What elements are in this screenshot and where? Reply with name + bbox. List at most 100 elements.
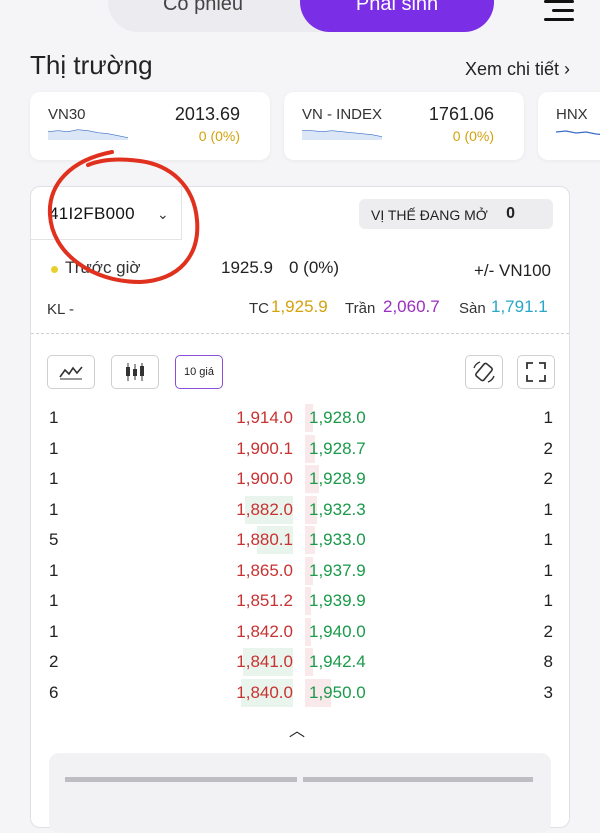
bid-volume: 1: [49, 469, 59, 488]
ceiling-label: Trần: [345, 300, 376, 317]
index-card-vnindex[interactable]: VN - INDEX 1761.06 0 (0%): [284, 92, 524, 160]
bid-price: 1,900.1: [236, 438, 293, 458]
line-chart-button[interactable]: [47, 355, 95, 389]
index-card-hnx[interactable]: HNX: [538, 92, 600, 160]
ask-price: 1,928.7: [309, 438, 366, 458]
volume-label: KL: [47, 301, 65, 318]
bid-volume: 6: [49, 682, 59, 702]
bid-price: 1,914.0: [236, 408, 293, 427]
last-price: 1925.9: [221, 258, 273, 277]
index-value: 2013.69: [174, 104, 240, 124]
bid-volume: 1: [49, 591, 59, 610]
ask-volume: 1: [543, 530, 553, 549]
price-change: 0 (0%): [289, 258, 340, 277]
segment-control: Cổ phiếu Phái sinh: [108, 0, 494, 32]
ask-price: 1,928.9: [309, 469, 366, 488]
ask-volume: 1: [543, 560, 553, 580]
volume-value: -: [68, 301, 74, 318]
order-book-row[interactable]: 5 1,880.1 1,933.0 1: [31, 525, 569, 555]
section-title: Thị trường: [30, 50, 153, 80]
ask-price: 1,928.0: [309, 408, 366, 427]
hamburger-menu-icon[interactable]: [544, 0, 574, 22]
basis-label: +/- VN100: [473, 261, 551, 280]
fullscreen-icon: [526, 362, 546, 382]
bid-price: 1,851.2: [236, 591, 293, 610]
tab-derivatives[interactable]: Phái sinh: [300, 0, 494, 32]
candlestick-chart-button[interactable]: [111, 355, 159, 389]
depth-10-button[interactable]: 10 giá: [175, 355, 223, 389]
bid-volume: 5: [49, 530, 59, 549]
ask-price: 1,950.0: [309, 682, 366, 702]
divider: [31, 333, 569, 334]
index-value: 1761.06: [428, 104, 494, 124]
bottom-bar: [303, 777, 533, 782]
derivative-panel: 41I2FB000 ⌄ VỊ THẾ ĐANG MỞ 0 Trước giờ 1…: [30, 186, 570, 833]
chevron-up-icon[interactable]: ︿: [289, 717, 305, 741]
index-name: VN30: [48, 106, 86, 123]
rotate-icon: [473, 361, 495, 383]
rotate-screen-button[interactable]: [465, 355, 503, 389]
bid-volume: 1: [49, 560, 59, 580]
order-book-row[interactable]: 6 1,840.0 1,950.0 3: [31, 678, 569, 708]
bid-price: 1,841.0: [236, 652, 293, 671]
bid-price: 1,865.0: [236, 560, 293, 580]
open-position-badge: VỊ THẾ ĐANG MỞ 0: [359, 199, 553, 229]
floor-value: 1,791.1: [491, 297, 548, 316]
ask-volume: 1: [543, 499, 553, 519]
ask-price: 1,939.9: [309, 591, 366, 610]
reference-label: TC: [249, 300, 269, 317]
index-change: 0 (0%): [452, 128, 494, 144]
symbol-dropdown[interactable]: 41I2FB000 ⌄: [31, 187, 182, 240]
line-chart-icon: [59, 366, 83, 380]
index-change: 0 (0%): [198, 128, 240, 144]
session-status: Trước giờ: [65, 258, 141, 277]
ask-price: 1,932.3: [309, 499, 366, 519]
order-book-row[interactable]: 1 1,914.0 1,928.0 1: [31, 403, 569, 433]
ask-price: 1,942.4: [309, 652, 366, 671]
bid-price: 1,882.0: [236, 499, 293, 519]
tab-stocks[interactable]: Cổ phiếu: [108, 0, 298, 32]
index-name: VN - INDEX: [302, 106, 383, 123]
bottom-bar: [65, 777, 297, 782]
order-book-row[interactable]: 1 1,842.0 1,940.0 2: [31, 617, 569, 647]
tab-stocks-label: Cổ phiếu: [162, 0, 244, 15]
see-more-link[interactable]: Xem chi tiết ›: [465, 59, 570, 80]
depth-10-label: 10 giá: [184, 366, 214, 378]
bid-volume: 2: [49, 652, 59, 671]
ask-price: 1,940.0: [309, 621, 366, 641]
ask-volume: 2: [543, 469, 553, 488]
sparkline-icon: [556, 130, 600, 136]
volume-info: KL -: [47, 301, 74, 318]
ceiling-value: 2,060.7: [383, 297, 440, 316]
sparkline-icon: [302, 130, 382, 140]
index-card-vn30[interactable]: VN30 2013.69 0 (0%): [30, 92, 270, 160]
open-position-value: 0: [506, 205, 515, 222]
symbol-text: 41I2FB000: [49, 204, 135, 223]
ask-price: 1,937.9: [309, 560, 366, 580]
candlestick-icon: [126, 363, 144, 381]
chevron-down-icon: ⌄: [157, 206, 169, 222]
bid-volume: 1: [49, 438, 59, 458]
sparkline-icon: [48, 129, 128, 140]
ask-volume: 1: [543, 591, 553, 610]
ask-volume: 3: [543, 682, 553, 702]
open-position-label: VỊ THẾ ĐANG MỞ: [371, 207, 488, 223]
order-book-row[interactable]: 2 1,841.0 1,942.4 8: [31, 647, 569, 677]
fullscreen-button[interactable]: [517, 355, 555, 389]
order-book-row[interactable]: 1 1,900.0 1,928.9 2: [31, 464, 569, 494]
ask-volume: 2: [543, 438, 553, 458]
bid-price: 1,900.0: [236, 469, 293, 488]
order-book-row[interactable]: 1 1,882.0 1,932.3 1: [31, 495, 569, 525]
bid-price: 1,880.1: [236, 530, 293, 549]
bid-price: 1,840.0: [236, 682, 293, 702]
ask-volume: 8: [543, 652, 553, 671]
index-name: HNX: [556, 106, 588, 123]
ask-price: 1,933.0: [309, 530, 366, 549]
order-book-row[interactable]: 1 1,900.1 1,928.7 2: [31, 434, 569, 464]
floor-label: Sàn: [459, 300, 486, 317]
order-book-row[interactable]: 1 1,865.0 1,937.9 1: [31, 556, 569, 586]
bid-volume: 1: [49, 408, 59, 427]
reference-value: 1,925.9: [271, 297, 328, 316]
bid-volume: 1: [49, 621, 59, 641]
order-book-row[interactable]: 1 1,851.2 1,939.9 1: [31, 586, 569, 616]
